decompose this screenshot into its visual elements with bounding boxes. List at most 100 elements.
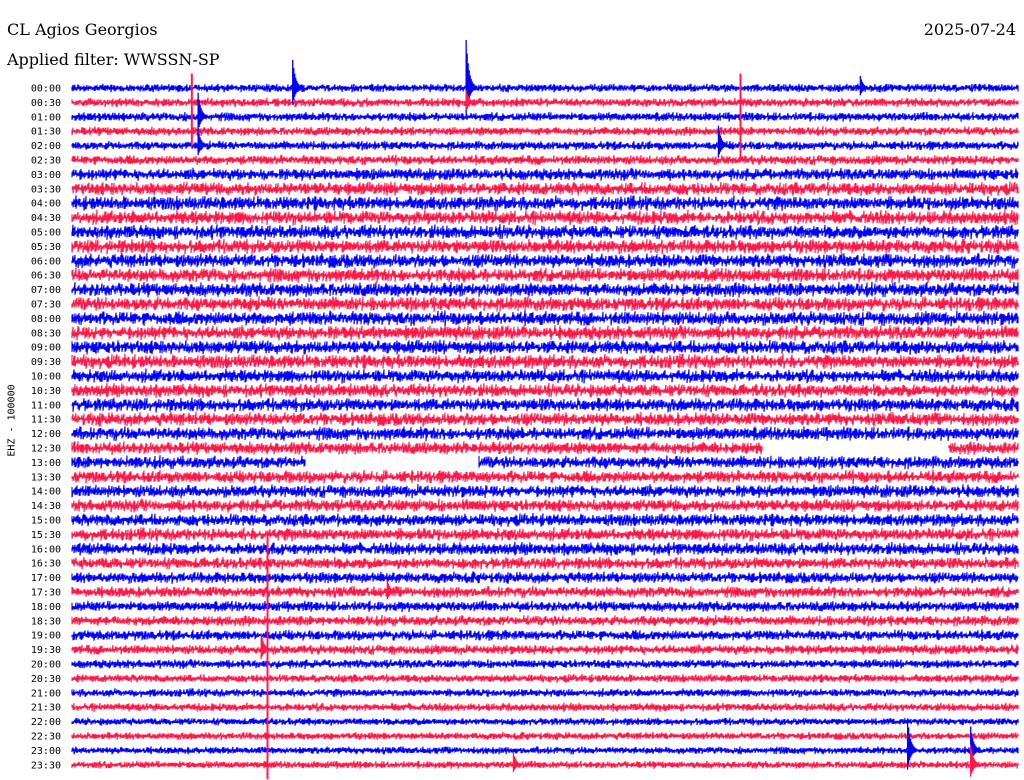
trace-row [71, 644, 1019, 656]
row-time-label: 14:00 [31, 487, 61, 498]
trace-row [71, 181, 1019, 197]
trace-row [71, 717, 1019, 726]
trace-row [71, 585, 1019, 599]
trace-row [71, 382, 1019, 398]
row-time-label: 09:30 [31, 357, 61, 368]
row-time-label: 22:00 [31, 717, 61, 728]
row-time-label: 05:00 [31, 228, 61, 239]
trace-row [71, 83, 1019, 93]
trace-row [71, 600, 1019, 613]
row-time-label: 04:00 [31, 199, 61, 210]
trace-row [71, 688, 1019, 698]
trace-row [71, 140, 1019, 151]
event-burst [512, 752, 524, 772]
trace-row [71, 629, 1019, 642]
row-time-label: 07:30 [31, 300, 61, 311]
trace-row [71, 397, 1019, 413]
trace-row [71, 469, 1019, 484]
trace-row [71, 238, 1019, 255]
row-time-label: 00:00 [31, 84, 61, 95]
row-time-label: 09:00 [31, 343, 61, 354]
row-time-label: 12:00 [31, 429, 61, 440]
row-time-label: 08:00 [31, 314, 61, 325]
trace-row [71, 673, 1019, 683]
trace-row [71, 111, 1019, 122]
row-time-label: 20:30 [31, 674, 61, 685]
row-time-label: 15:00 [31, 516, 61, 527]
trace-row [71, 731, 1019, 741]
trace-row [71, 296, 1019, 312]
row-time-label: 07:00 [31, 285, 61, 296]
row-time-label: 06:00 [31, 256, 61, 267]
row-time-label: 16:00 [31, 544, 61, 555]
row-time-label: 19:00 [31, 631, 61, 642]
row-time-label: 01:00 [31, 112, 61, 123]
helicorder-plot: 00:00 00:30 01:00 01:30 02:00 02:30 03:00 03:30… [31, 40, 1019, 780]
trace-row [71, 252, 1019, 269]
row-time-label: 03:00 [31, 170, 61, 181]
trace-row [71, 97, 1019, 108]
row-time-label: 02:30 [31, 156, 61, 167]
row-time-label: 18:30 [31, 616, 61, 627]
trace-row [71, 281, 1019, 298]
row-time-label: 08:30 [31, 328, 61, 339]
trace-row [71, 658, 1019, 670]
row-time-label: 10:30 [31, 386, 61, 397]
trace-row [71, 541, 1019, 556]
trace-row [71, 498, 1019, 513]
trace-row [71, 209, 1019, 226]
row-time-label: 11:00 [31, 400, 61, 411]
row-time-label: 10:00 [31, 372, 61, 383]
trace-row [71, 324, 1019, 341]
trace-row [71, 154, 1019, 166]
trace-row [71, 614, 1019, 627]
row-time-label: 04:30 [31, 213, 61, 224]
trace-row [71, 760, 1019, 769]
event-burst [197, 92, 208, 132]
trace-row [71, 484, 1019, 499]
trace-row [71, 126, 1019, 137]
row-time-label: 06:30 [31, 271, 61, 282]
row-time-label: 17:00 [31, 573, 61, 584]
trace-row [71, 267, 1019, 284]
trace-row [71, 411, 1019, 427]
row-time-label: 13:30 [31, 472, 61, 483]
row-time-label: 00:30 [31, 98, 61, 109]
trace-row [71, 455, 1019, 470]
row-time-label: 21:30 [31, 703, 61, 714]
row-time-label: 12:30 [31, 444, 61, 455]
trace-row [71, 195, 1019, 212]
trace-row [71, 527, 1019, 542]
row-time-label: 18:00 [31, 602, 61, 613]
row-time-label: 03:30 [31, 184, 61, 195]
trace-row [71, 310, 1019, 327]
trace-row [71, 746, 1019, 755]
trace-row [71, 368, 1019, 384]
row-time-label: 21:00 [31, 688, 61, 699]
trace-row [71, 167, 1019, 182]
row-time-label: 05:30 [31, 242, 61, 253]
row-time-label: 23:30 [31, 760, 61, 771]
trace-row [71, 353, 1019, 370]
trace-row [71, 702, 1019, 712]
row-time-label: 16:30 [31, 559, 61, 570]
row-time-label: 01:30 [31, 127, 61, 138]
row-time-label: 11:30 [31, 415, 61, 426]
trace-row [71, 571, 1019, 584]
row-time-label: 19:30 [31, 645, 61, 656]
row-time-label: 15:30 [31, 530, 61, 541]
trace-row [71, 426, 1019, 442]
trace-row [71, 556, 1019, 571]
row-time-label: 17:30 [31, 588, 61, 599]
trace-row [71, 513, 1019, 527]
row-time-label: 02:00 [31, 141, 61, 152]
row-time-label: 23:00 [31, 746, 61, 757]
row-time-label: 22:30 [31, 732, 61, 743]
trace-row [71, 224, 1019, 241]
row-time-label: 14:30 [31, 501, 61, 512]
event-burst [859, 76, 870, 96]
trace-row [71, 440, 1019, 456]
event-burst [292, 60, 303, 105]
trace-row [71, 339, 1019, 355]
row-time-label: 13:00 [31, 458, 61, 469]
